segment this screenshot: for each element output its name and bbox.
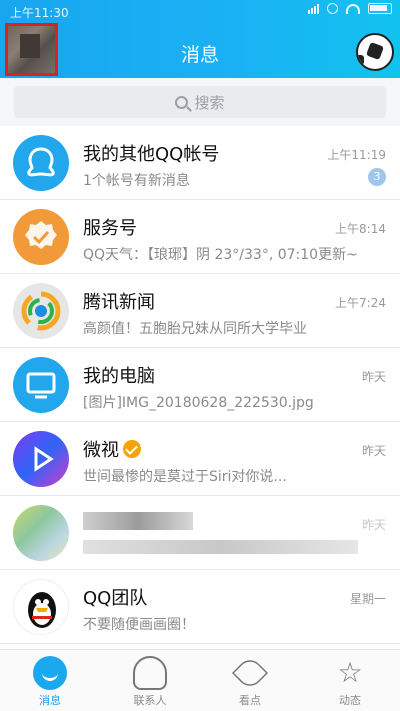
tab-label: 联系人: [133, 694, 167, 707]
conversation-time: 上午11:19: [327, 148, 386, 162]
conversation-list: 我的其他QQ帐号 1个帐号有新消息 上午11:19 3 服务号 QQ天气：【琅琊…: [0, 126, 400, 644]
tab-messages[interactable]: 消息: [0, 650, 100, 711]
conversation-time: 星期一: [349, 592, 386, 606]
conversation-name: 服务号: [83, 218, 137, 239]
conversation-row-weishi[interactable]: 微视 世间最惨的是莫过于Siri对你说... 昨天: [0, 422, 400, 496]
alarm-icon: [327, 3, 338, 14]
conversation-name: 腾讯新闻: [83, 292, 155, 313]
conversation-time: 上午7:24: [335, 296, 386, 310]
search-icon: [175, 95, 189, 109]
blurred-name: [83, 512, 193, 530]
monitor-icon: [13, 357, 69, 413]
search-area: 搜索: [0, 78, 400, 126]
conversation-row-news[interactable]: 腾讯新闻 高颜值！五胞胎兄妹从同所大学毕业 上午7:24: [0, 274, 400, 348]
conversation-preview: [图片]IMG_20180628_222530.jpg: [83, 395, 314, 411]
unread-badge: 3: [368, 168, 386, 186]
search-placeholder: 搜索: [194, 93, 225, 112]
conversation-row-qq-team[interactable]: QQ团队 不要随便画画圈！ 星期一: [0, 570, 400, 644]
status-icons: [308, 3, 392, 14]
conversation-name: QQ团队: [83, 588, 148, 609]
conversation-row-blurred[interactable]: 昨天: [0, 496, 400, 570]
blurred-avatar: [13, 505, 69, 561]
eye-icon: [231, 654, 269, 692]
conversation-preview: QQ天气：【琅琊】阴 23°/33°, 07:10更新~: [83, 247, 358, 263]
tab-dynamic[interactable]: ☆ 动态: [300, 650, 400, 711]
conversation-time: 昨天: [361, 444, 386, 458]
service-badge-icon: [13, 209, 69, 265]
contact-icon: [133, 656, 167, 690]
conversation-preview: 1个帐号有新消息: [83, 173, 190, 189]
status-time: 上午11:30: [10, 6, 69, 20]
tab-kandian[interactable]: 看点: [200, 650, 300, 711]
status-bar: 上午11:30: [0, 0, 400, 22]
conversation-time: 昨天: [361, 518, 386, 532]
conversation-name-text: 微视: [83, 440, 119, 461]
bottom-tab-bar: 消息 联系人 看点 ☆ 动态: [0, 649, 400, 711]
weishi-logo: [13, 431, 69, 487]
wifi-icon: [346, 3, 360, 14]
tab-contacts[interactable]: 联系人: [100, 650, 200, 711]
top-header: 上午11:30 消息: [0, 0, 400, 78]
conversation-name: 我的其他QQ帐号: [83, 144, 220, 165]
conversation-row-my-computer[interactable]: 我的电脑 [图片]IMG_20180628_222530.jpg 昨天: [0, 348, 400, 422]
conversation-preview: 高颜值！五胞胎兄妹从同所大学毕业: [83, 321, 307, 337]
star-icon: ☆: [337, 656, 363, 689]
battery-icon: [368, 3, 392, 14]
football-icon[interactable]: [356, 33, 394, 71]
multi-account-icon: [13, 135, 69, 191]
search-input[interactable]: 搜索: [14, 86, 386, 118]
conversation-preview: 不要随便画画圈！: [83, 617, 195, 633]
penguin-icon: [13, 579, 69, 635]
conversation-name: 微视: [83, 436, 141, 462]
conversation-preview: 世间最惨的是莫过于Siri对你说...: [83, 469, 287, 485]
tab-label: 动态: [339, 694, 361, 707]
page-title: 消息: [180, 44, 219, 66]
conversation-row-other-accounts[interactable]: 我的其他QQ帐号 1个帐号有新消息 上午11:19 3: [0, 126, 400, 200]
tab-label: 消息: [39, 694, 61, 707]
blurred-preview: [83, 540, 358, 554]
conversation-row-service[interactable]: 服务号 QQ天气：【琅琊】阴 23°/33°, 07:10更新~ 上午8:14: [0, 200, 400, 274]
tab-label: 看点: [239, 694, 261, 707]
verified-icon: [123, 440, 141, 458]
signal-icon: [308, 3, 319, 14]
chat-bubble-icon: [33, 656, 67, 690]
conversation-time: 昨天: [361, 370, 386, 384]
conversation-name: 我的电脑: [83, 366, 155, 387]
conversation-time: 上午8:14: [335, 222, 386, 236]
tencent-news-logo: [13, 283, 69, 339]
